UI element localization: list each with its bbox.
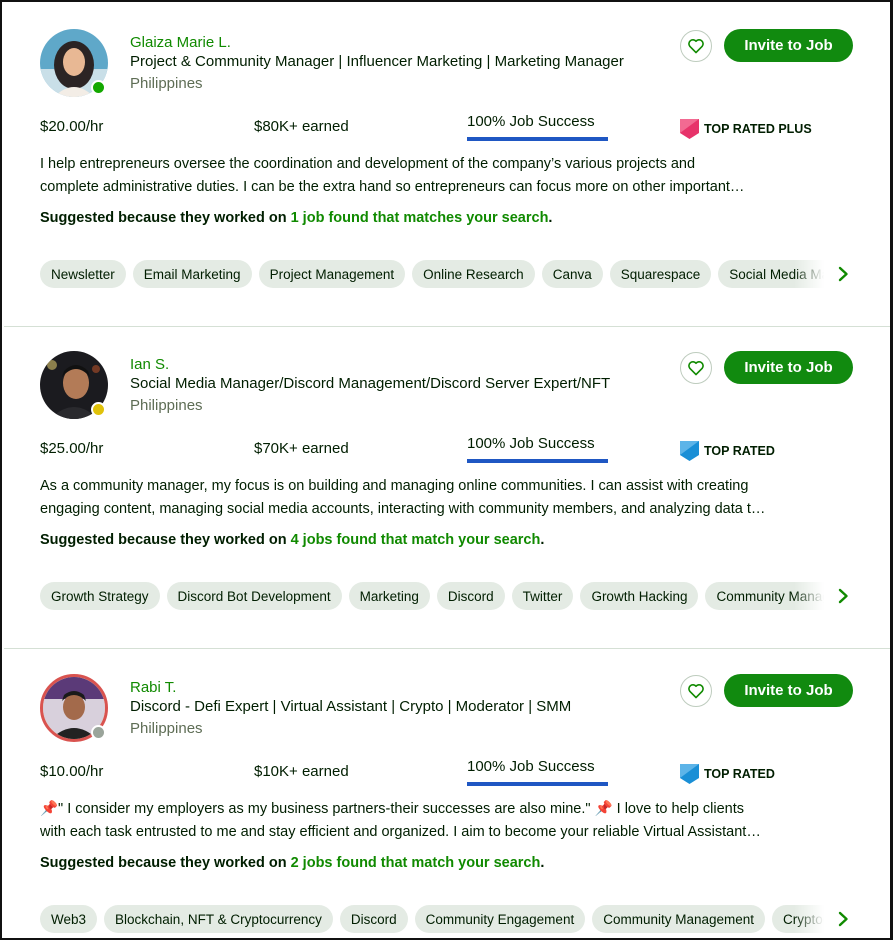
heart-outline-icon [688,39,704,54]
badge-icon [680,119,699,139]
total-earned: $10K+ earned [254,763,349,780]
suggestion-suffix: . [540,855,545,871]
skill-chip[interactable]: Twitter [511,582,574,610]
save-freelancer-button[interactable] [680,352,712,384]
suggestion-prefix: Suggested because they worked on [40,210,291,226]
top-rated-plus-badge: TOP RATED PLUS [680,119,812,139]
description-line: with each task entrusted to me and stay … [40,824,761,840]
offline-status-dot [91,725,106,740]
save-freelancer-button[interactable] [680,675,712,707]
freelancer-card[interactable]: Ian S. Social Media Manager/Discord Mana… [4,327,890,649]
skill-chip[interactable]: Canva [541,260,603,288]
skill-chip[interactable]: Blockchain, NFT & Cryptocurrency [104,905,333,933]
total-earned: $70K+ earned [254,440,349,457]
heart-outline-icon [688,361,704,376]
badge-icon [680,764,699,784]
description-line: engaging content, managing social media … [40,501,766,517]
skill-chip[interactable]: Web3 [40,905,98,933]
hourly-rate: $10.00/hr [40,763,104,780]
freelancer-card[interactable]: Glaiza Marie L. Project & Community Mana… [4,5,890,327]
job-success-score: 100% Job Success [467,758,608,786]
freelancer-location: Philippines [130,720,203,737]
save-freelancer-button[interactable] [680,30,712,62]
job-success-score: 100% Job Success [467,113,608,141]
matching-jobs-link[interactable]: 4 jobs found that match your search [291,532,541,548]
skill-chip[interactable]: Community Management [592,905,766,933]
freelancer-description[interactable]: As a community manager, my focus is on b… [40,475,852,521]
suggestion-reason: Suggested because they worked on 4 jobs … [40,532,544,548]
freelancer-name[interactable]: Rabi T. [130,679,176,696]
freelancer-description[interactable]: I help entrepreneurs oversee the coordin… [40,153,852,199]
suggestion-reason: Suggested because they worked on 1 job f… [40,210,552,226]
hourly-rate: $25.00/hr [40,440,104,457]
skill-chip[interactable]: Marketing [348,582,430,610]
away-status-dot [91,402,106,417]
skill-chip[interactable]: Cryptocurrency [772,905,824,933]
total-earned: $80K+ earned [254,118,349,135]
suggestion-suffix: . [540,532,545,548]
description-line: 📌" I consider my employers as my busines… [40,801,745,817]
freelancer-list: Glaiza Marie L. Project & Community Mana… [0,0,893,940]
skills-list: Growth Strategy Discord Bot Development … [40,582,824,610]
description-line: I help entrepreneurs oversee the coordin… [40,156,696,172]
freelancer-description[interactable]: 📌" I consider my employers as my busines… [40,798,852,844]
skill-chip[interactable]: Email Marketing [132,260,252,288]
description-line: complete administrative duties. I can be… [40,179,745,195]
skill-chip[interactable]: Growth Hacking [580,582,699,610]
hourly-rate: $20.00/hr [40,118,104,135]
suggestion-suffix: . [548,210,553,226]
suggestion-prefix: Suggested because they worked on [40,532,291,548]
freelancer-location: Philippines [130,397,203,414]
badge-label: TOP RATED PLUS [704,122,812,136]
chevron-right-icon [838,911,848,927]
skill-chip[interactable]: Growth Strategy [40,582,160,610]
skill-chip[interactable]: Community Management [705,582,824,610]
skills-list: Web3 Blockchain, NFT & Cryptocurrency Di… [40,905,824,933]
freelancer-name[interactable]: Ian S. [130,356,169,373]
chevron-right-icon [838,588,848,604]
freelancer-title: Social Media Manager/Discord Management/… [130,375,611,392]
freelancer-location: Philippines [130,75,203,92]
skill-chip[interactable]: Discord [339,905,408,933]
skill-chip[interactable]: Project Management [258,260,406,288]
skill-chip[interactable]: Discord [436,582,505,610]
skill-chip[interactable]: Community Engagement [414,905,586,933]
suggestion-prefix: Suggested because they worked on [40,855,291,871]
skills-next-button[interactable] [836,586,850,606]
description-line: As a community manager, my focus is on b… [40,478,749,494]
skills-next-button[interactable] [836,909,850,929]
skills-next-button[interactable] [836,264,850,284]
skill-chip[interactable]: Squarespace [609,260,712,288]
freelancer-title: Discord - Defi Expert | Virtual Assistan… [130,698,572,715]
invite-to-job-button[interactable]: Invite to Job [724,29,853,62]
freelancer-card[interactable]: Rabi T. Discord - Defi Expert | Virtual … [4,650,890,938]
invite-to-job-button[interactable]: Invite to Job [724,674,853,707]
top-rated-badge: TOP RATED [680,441,775,461]
badge-label: TOP RATED [704,444,775,458]
skill-chip[interactable]: Social Media Marketing [718,260,824,288]
matching-jobs-link[interactable]: 1 job found that matches your search [291,210,549,226]
chevron-right-icon [838,266,848,282]
top-rated-badge: TOP RATED [680,764,775,784]
matching-jobs-link[interactable]: 2 jobs found that match your search [291,855,541,871]
skills-list: Newsletter Email Marketing Project Manag… [40,260,824,288]
freelancer-title: Project & Community Manager | Influencer… [130,53,624,70]
skill-chip[interactable]: Online Research [412,260,535,288]
skill-chip[interactable]: Discord Bot Development [166,582,342,610]
online-status-dot [91,80,106,95]
job-success-score: 100% Job Success [467,435,608,463]
invite-to-job-button[interactable]: Invite to Job [724,351,853,384]
skill-chip[interactable]: Newsletter [40,260,126,288]
freelancer-name[interactable]: Glaiza Marie L. [130,34,231,51]
badge-label: TOP RATED [704,767,775,781]
suggestion-reason: Suggested because they worked on 2 jobs … [40,855,544,871]
heart-outline-icon [688,684,704,699]
badge-icon [680,441,699,461]
